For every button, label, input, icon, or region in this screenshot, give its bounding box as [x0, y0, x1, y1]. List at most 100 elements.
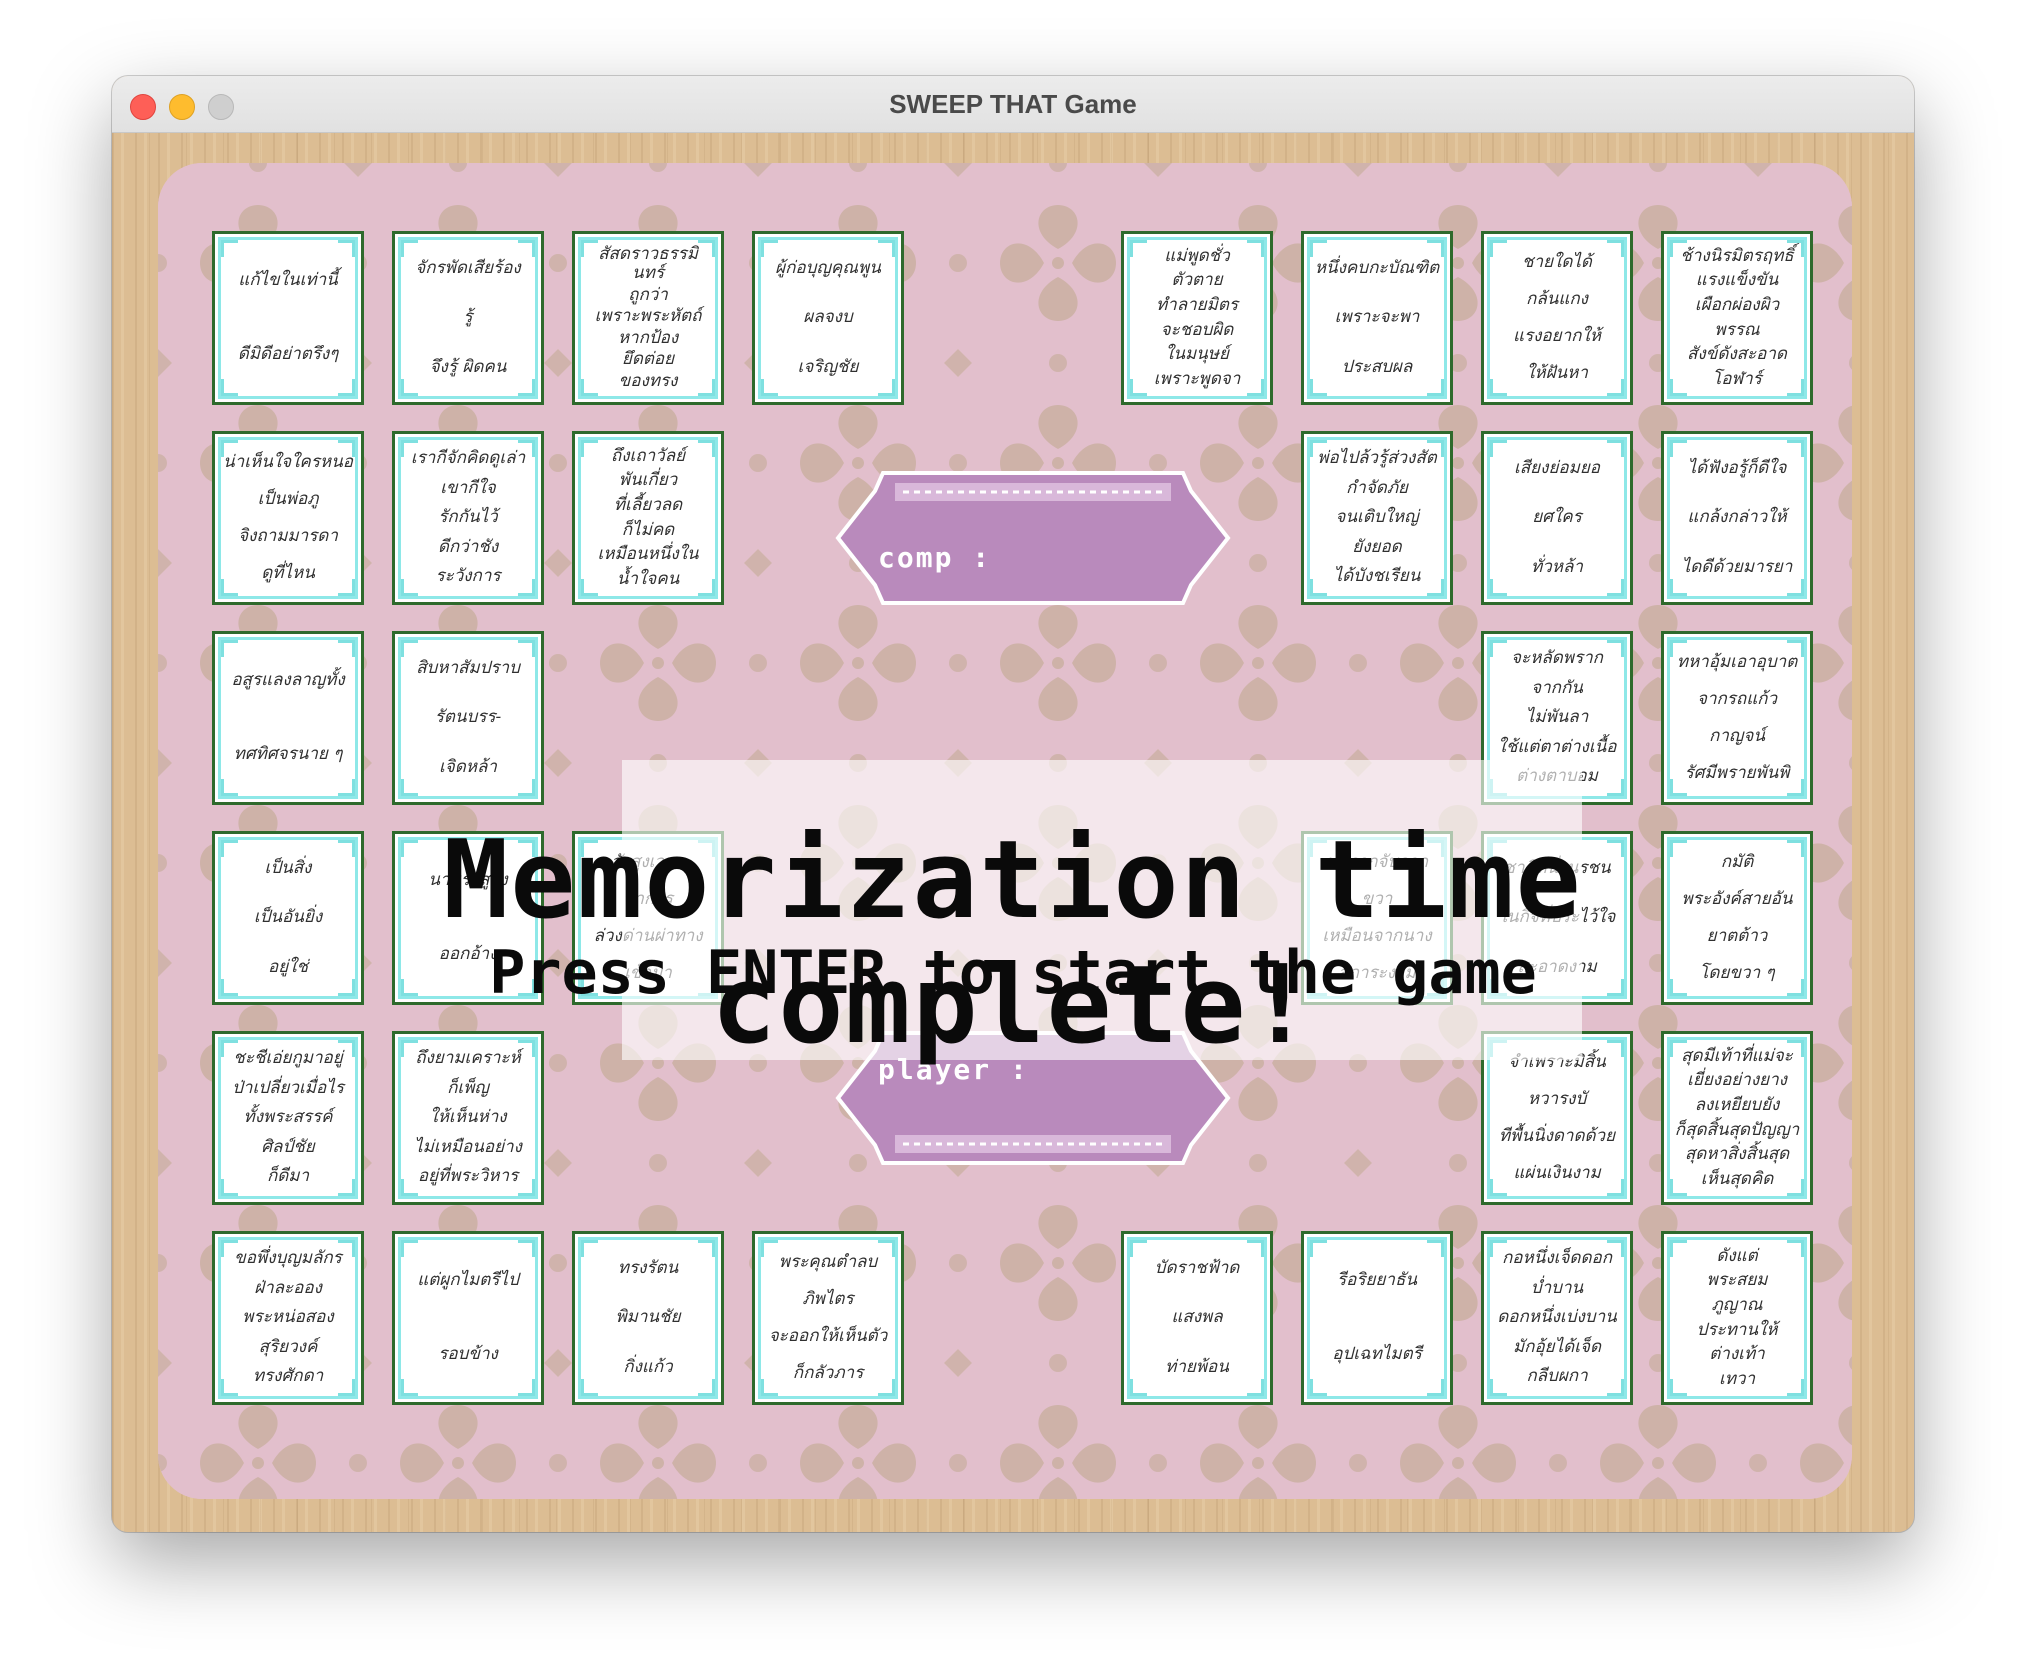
card-corner-ornament — [221, 1379, 238, 1396]
card-corner-ornament — [1427, 240, 1444, 257]
card-text-line: แรงแข็งขัน — [1695, 270, 1779, 291]
card-corner-ornament — [518, 240, 535, 257]
card-text-line: กาญจน์ — [1709, 725, 1765, 746]
card-text-line: กล้นแกง — [1526, 288, 1588, 309]
poem-card[interactable]: ดังแต่ พระสยม ภูญาณ ประทานให้ ต่างเท้า เทวา — [1661, 1231, 1813, 1405]
card-text-line: ให้เห็นห่าง — [429, 1107, 507, 1128]
poem-card[interactable]: ช้างนิรมิตรฤทธิ์ แรงแข็งขัน เผือกผ่องผิว พร… — [1661, 231, 1813, 405]
poem-card[interactable]: สิบหาสัมปราบ รัตนบรร- เจิดหล้า — [392, 631, 544, 805]
card-text-line: ยึดต่อย — [621, 349, 675, 370]
card-text-line: เผือกผ่องผิว — [1694, 294, 1780, 315]
poem-card[interactable]: ทหาอุ้มเอาอุบาตจากรถแก้วกาญจน์รัศมีพรายพ… — [1661, 631, 1813, 805]
poem-card[interactable]: ได้ฟังอรู้ก็ดีใจ แกล้งกล่าวให้ ไดดีด้วยมาร… — [1661, 431, 1813, 605]
poem-card[interactable]: พระคุณตำลบ ภิพไตร จะออกให้เห็นตัว ก็กลัวภาร — [752, 1231, 904, 1405]
poem-card[interactable]: หนึ่งคบกะบัณฑิต เพราะจะพา ประสบผล — [1301, 231, 1453, 405]
card-text-line: เห็นสุดคิด — [1700, 1168, 1774, 1189]
card-corner-ornament — [1607, 379, 1624, 396]
card-text-line: ประสบผล — [1341, 356, 1413, 377]
card-text-line: ศิลป์ชัย — [261, 1136, 315, 1157]
card-text-line: ใช้แต่ตาต่างเนื้อ — [1497, 736, 1617, 757]
poem-card[interactable]: น่าเห็นใจใครหนอ เป็นพ่อภู จิงถามมารดา ดูที่… — [212, 431, 364, 605]
card-corner-ornament — [1130, 1379, 1147, 1396]
card-corner-ornament — [878, 1240, 895, 1257]
poem-card[interactable]: จักรพัดเสียร้อง รู้ จึงรู้ ผิดคน — [392, 231, 544, 405]
card-corner-ornament — [338, 579, 355, 596]
card-corner-ornament — [1607, 1379, 1624, 1396]
card-corner-ornament — [1607, 240, 1624, 257]
card-corner-ornament — [518, 640, 535, 657]
poem-card[interactable]: พ่อไปล้วรู้ส่วงสัต กำจัดภัย จนเติบใหญ่ ยังย… — [1301, 431, 1453, 605]
poem-card[interactable]: อสูรแลงลาญทั้ง ทศทิศจรนาย ๆ — [212, 631, 364, 805]
card-text-line: ภิพไตร — [802, 1288, 854, 1309]
card-text-line: เจิดหล้า — [439, 756, 497, 777]
poem-card[interactable]: สัสดราวธรรมินทร์ ถูกว่า เพราะพระหัตถ์ หากป้… — [572, 231, 724, 405]
poem-card[interactable]: เสียงย่อมยอ ยศใคร ทั่วหล้า — [1481, 431, 1633, 605]
poem-card[interactable]: ทรงรัตน พิมานชัย กิ่งแก้ว — [572, 1231, 724, 1405]
card-corner-ornament — [698, 440, 715, 457]
card-text-line: กำจัดภัย — [1345, 477, 1408, 498]
card-corner-ornament — [518, 1179, 535, 1196]
card-corner-ornament — [338, 1379, 355, 1396]
card-corner-ornament — [1490, 640, 1507, 657]
card-text-line: ภูญาณ — [1711, 1294, 1763, 1315]
card-text-line: เสียงย่อมยอ — [1514, 457, 1600, 478]
poem-card[interactable]: ขอพึ่งบุญมลักร ฝ่าละออง พระหน่อสอง สุริยวงค… — [212, 1231, 364, 1405]
card-corner-ornament — [1787, 579, 1804, 596]
card-corner-ornament — [1247, 240, 1264, 257]
card-text-line: รัศมีพรายพันพิ — [1684, 762, 1790, 783]
card-corner-ornament — [338, 779, 355, 796]
card-text-line: แต่ผูกไมตรีไป — [417, 1270, 519, 1291]
card-corner-ornament — [581, 379, 598, 396]
card-corner-ornament — [581, 1240, 598, 1257]
card-text-line: ทรงศักดา — [252, 1366, 324, 1387]
poem-card[interactable]: แก้ไขในเท่านี้ ดีมิดีอย่าตรึงๆ — [212, 231, 364, 405]
card-text-line: พระสยม — [1706, 1270, 1768, 1291]
poem-card[interactable]: บัดราชฟ้าด แสงพล ท่ายพ้อน — [1121, 1231, 1273, 1405]
title-bar: SWEEP THAT Game — [112, 76, 1914, 133]
card-text-line: เหมือนหนึ่งใน — [597, 544, 699, 565]
card-text-line: กอหนึ่งเจ็ดดอก — [1502, 1248, 1612, 1269]
card-corner-ornament — [1490, 1179, 1507, 1196]
poem-card[interactable]: ชายใดได้ กล้นแกง แรงอยากให้ ให้ฝันหา — [1481, 231, 1633, 405]
card-corner-ornament — [401, 440, 418, 457]
card-corner-ornament — [221, 579, 238, 596]
card-text-line: เพราะจะพา — [1334, 307, 1420, 328]
card-corner-ornament — [1310, 240, 1327, 257]
poem-card[interactable]: ถึงเถาวัลย์ พันเกี่ยว ที่เลี้ยวลด ก็ไม่คด เห… — [572, 431, 724, 605]
card-text-line: แก้ไขในเท่านี้ — [238, 270, 338, 291]
card-text-line: ท่ายพ้อน — [1165, 1356, 1229, 1377]
card-text-line: ของทรง — [618, 370, 678, 391]
poem-card[interactable]: เรากีจักคิดดูเล่า เขากีใจ รักกันไว้ ดีกว่าช… — [392, 431, 544, 605]
card-corner-ornament — [221, 1179, 238, 1196]
card-corner-ornament — [1247, 1379, 1264, 1396]
card-corner-ornament — [1490, 579, 1507, 596]
poem-card[interactable]: ผู้ก่อบุญคุณพูน ผลจงบ เจริญชัย — [752, 231, 904, 405]
card-corner-ornament — [518, 579, 535, 596]
card-text-line: พรรณ — [1714, 319, 1760, 340]
card-corner-ornament — [878, 240, 895, 257]
card-corner-ornament — [1670, 240, 1687, 257]
poem-card[interactable]: แม่พูดชั่ว ตัวตาย ทำลายมิตร จะชอบผิด ในมนุษย… — [1121, 231, 1273, 405]
card-text-line: ไม่เหมือนอย่าง — [414, 1136, 522, 1157]
card-text-line: น่าเห็นใจใครหนอ — [223, 451, 353, 472]
card-corner-ornament — [401, 379, 418, 396]
card-text-line: ดังแต่ — [1716, 1245, 1758, 1266]
card-text-line: อสูรแลงลาญทั้ง — [231, 670, 345, 691]
card-corner-ornament — [1787, 1379, 1804, 1396]
card-corner-ornament — [761, 1240, 778, 1257]
card-text-line: โอฬาร์ — [1712, 368, 1762, 389]
card-text-line: เยี่ยงอย่างยาง — [1687, 1070, 1787, 1091]
card-corner-ornament — [401, 579, 418, 596]
card-corner-ornament — [761, 240, 778, 257]
poem-card[interactable]: แต่ผูกไมตรีไป รอบข้าง — [392, 1231, 544, 1405]
card-text-line: ทหาอุ้มเอาอุบาต — [1676, 651, 1798, 672]
card-corner-ornament — [1670, 1240, 1687, 1257]
card-text-line: ก็ไม่คด — [621, 519, 675, 540]
card-corner-ornament — [1787, 1240, 1804, 1257]
card-text-line: อุปเฉทไมตรี — [1332, 1344, 1422, 1365]
card-corner-ornament — [698, 240, 715, 257]
card-text-line: จากรถแก้ว — [1696, 688, 1778, 709]
card-text-line: บ่ำบาน — [1530, 1277, 1584, 1298]
poem-card[interactable]: รีอริยยาธัน อุปเฉทไมตรี — [1301, 1231, 1453, 1405]
poem-card[interactable]: กอหนึ่งเจ็ดดอก บ่ำบาน ดอกหนึ่งเบ่งบาน มักอุ… — [1481, 1231, 1633, 1405]
